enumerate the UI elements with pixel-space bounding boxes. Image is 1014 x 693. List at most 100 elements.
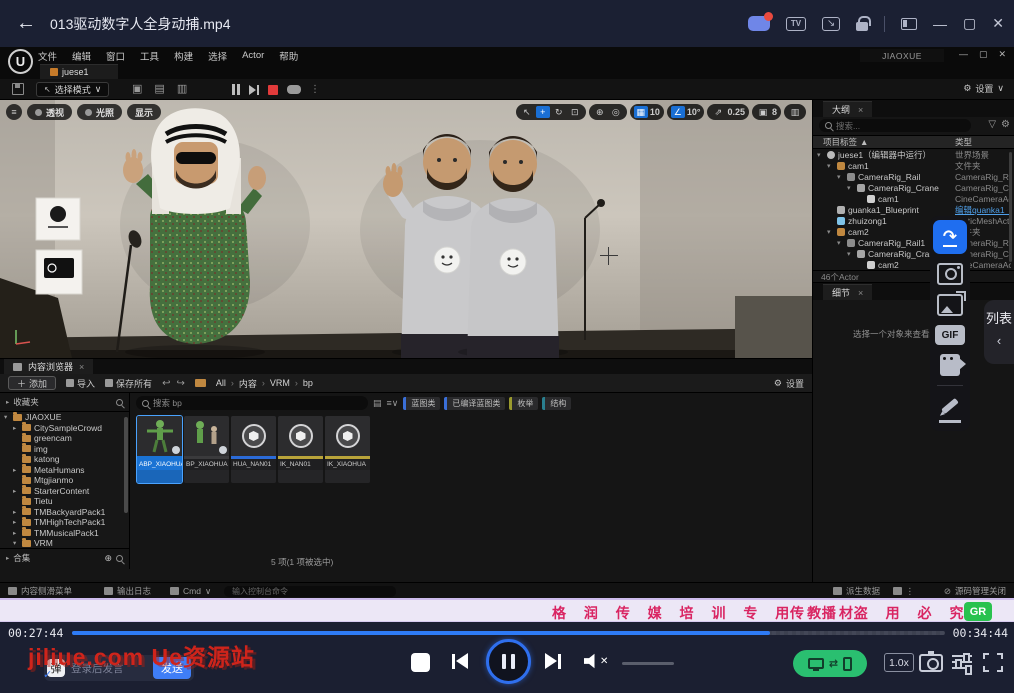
back-icon[interactable]: ← [16,12,36,35]
add-collection-icon[interactable]: ⊕ [104,553,112,564]
filter-dropdown-icon[interactable]: ≡∨ [387,398,399,409]
outliner-row[interactable]: ▾ CameraRig_Rail1 CameraRig_Ra [813,237,1014,248]
quad-view-icon[interactable]: ▥ [788,106,802,118]
ue-restore-button[interactable]: ▢ [979,49,988,60]
outliner-row[interactable]: ▾ cam1 文件夹 [813,160,1014,171]
select-mode-dropdown[interactable]: ↖ 选择模式 ∨ [36,82,109,97]
fullscreen-button[interactable] [983,653,1003,672]
expand-arrow-icon[interactable]: ▾ [847,184,854,192]
scale-tool-icon[interactable]: ⊡ [568,106,582,118]
expand-arrow-icon[interactable]: ▸ [13,466,19,474]
expand-arrow-icon[interactable]: ▾ [837,173,844,181]
folder-row[interactable]: ▸ TMBackyardPack1 [0,507,129,518]
angle-snap-icon[interactable]: ∠ [671,106,685,118]
mini-window-icon[interactable] [901,18,917,30]
select-tool-icon[interactable]: ↖ [520,106,534,118]
ue-settings-dropdown[interactable]: ⚙ 设置 ∨ [963,82,1004,95]
ue-menu-item[interactable]: 编辑 [72,49,91,63]
expand-arrow-icon[interactable]: ▾ [847,250,854,258]
pie-step-button[interactable] [249,85,259,95]
volume-slider[interactable] [622,662,674,665]
camera-speed-icon[interactable]: ▣ [756,106,770,118]
search-icon[interactable] [116,399,123,406]
outliner-row[interactable]: ▾ cam2 文件夹 [813,226,1014,237]
outliner-row[interactable]: ▾ CameraRig_Rail CameraRig_Ra [813,171,1014,182]
content-browser-tab[interactable]: 内容浏览器 × [4,359,93,374]
expand-arrow-icon[interactable]: ▸ [13,508,19,516]
outliner-row[interactable]: cam2 CineCameraAc [813,259,1014,270]
game-center-icon[interactable] [748,16,770,31]
save-all-button[interactable]: 保存所有 [105,377,152,390]
ue-menu-item[interactable]: 构建 [174,49,193,63]
progress-bar[interactable] [72,631,945,635]
folder-row[interactable]: ▸ TMHighTechPack1 [0,517,129,528]
outliner-row[interactable]: ▾ CameraRig_Crane CameraRig_Cr [813,182,1014,193]
asset-tile[interactable]: ABP_XIAOHUA [137,416,182,483]
expand-arrow-icon[interactable]: ▾ [827,228,834,236]
stop-button[interactable] [411,653,430,672]
pie-eject-icon[interactable] [287,85,301,94]
breadcrumb-item[interactable]: 内容› [239,377,265,390]
add-actor-icon[interactable]: ▣ [132,82,142,95]
viewport-show-button[interactable]: 显示 [127,104,161,120]
lock-icon[interactable] [856,22,868,31]
folder-row[interactable]: katong [0,454,129,465]
rotate-tool-icon[interactable]: ↻ [552,106,566,118]
expand-arrow-icon[interactable]: ▸ [13,529,19,537]
expand-arrow-icon[interactable]: ▸ [13,518,19,526]
minimize-button[interactable]: — [933,16,947,32]
add-button[interactable]: ＋添加 [8,376,56,390]
ue-menu-item[interactable]: 帮助 [279,49,298,63]
expand-arrow-icon[interactable]: ▸ [6,554,9,562]
ue-viewport[interactable]: ≡ 透视 光照 显示 ↖ + ↻ ⊡ ⊕ ◎ ▦10 ∠10° ⇗0.25 [0,100,812,358]
outliner-scrollbar[interactable] [1009,152,1012,262]
scale-snap-value[interactable]: 0.25 [727,107,745,117]
viewport-perspective-button[interactable]: 透视 [27,104,72,120]
pie-pause-button[interactable] [232,84,240,95]
output-log-button[interactable]: 输出日志 [104,583,151,599]
cmd-dropdown[interactable]: Cmd∨ [170,583,211,599]
folder-row[interactable]: ▸ TMMusicalPack1 [0,528,129,539]
content-drawer-button[interactable]: 内容侧滑菜单 [8,583,72,599]
pie-options-icon[interactable]: ⋮ [310,84,320,95]
folder-row[interactable]: ▸ StarterContent [0,486,129,497]
close-icon[interactable]: × [858,105,863,115]
expand-arrow-icon[interactable]: ▾ [817,151,824,159]
image-capture-icon[interactable] [937,294,963,316]
import-button[interactable]: 导入 [66,377,95,390]
outliner-row[interactable]: ▾ juese1（编辑器中运行） 世界场景 [813,149,1014,160]
asset-search-input[interactable]: 搜索 bp [136,396,368,410]
folder-row[interactable]: ▸ MetaHumans [0,465,129,476]
pie-stop-button[interactable] [268,85,278,95]
filter-icon[interactable]: ▽ [988,119,996,130]
save-icon[interactable] [12,83,24,95]
revision-control-icons[interactable]: ⋮ [893,583,915,599]
blueprint-icon[interactable]: ▤ [154,82,164,95]
filter-chip[interactable]: 结构 [542,397,571,410]
asset-tile[interactable]: HUA_NAN01 [231,416,276,483]
device-cast-button[interactable]: ⇄ [793,650,867,677]
folder-icon[interactable] [195,379,206,387]
outliner-search-input[interactable]: 搜索... [819,119,971,132]
ue-close-button[interactable]: ✕ [998,49,1006,60]
camera-speed-value[interactable]: 8 [772,107,777,117]
viewport-lit-button[interactable]: 光照 [77,104,122,120]
expand-arrow-icon[interactable]: ▸ [13,487,19,495]
derived-data-button[interactable]: 派生数据 [833,583,880,599]
close-icon[interactable]: × [858,288,863,298]
expand-arrow-icon[interactable]: ▸ [13,424,19,432]
folder-row[interactable]: ▾ VRM [0,538,129,548]
maximize-button[interactable]: ▢ [963,15,976,32]
asset-tile[interactable]: BP_XIAOHUA [184,416,229,483]
folder-row[interactable]: greencam [0,433,129,444]
close-button[interactable]: ✕ [992,15,1004,32]
share-step-button[interactable]: ↷ [933,220,967,254]
grid-snap-value[interactable]: 10 [650,107,660,117]
ue-menu-item[interactable]: 文件 [38,49,57,63]
outliner-row[interactable]: guanka1_Blueprint 编辑quanka1_ [813,204,1014,215]
folder-row[interactable]: Mtgjianmo [0,475,129,486]
settings-sliders-button[interactable] [952,653,972,672]
cinematics-icon[interactable]: ▥ [177,82,187,95]
outliner-settings-icon[interactable]: ⚙ [1001,119,1010,130]
folder-row[interactable]: ▾ JIAOXUE [0,412,129,423]
